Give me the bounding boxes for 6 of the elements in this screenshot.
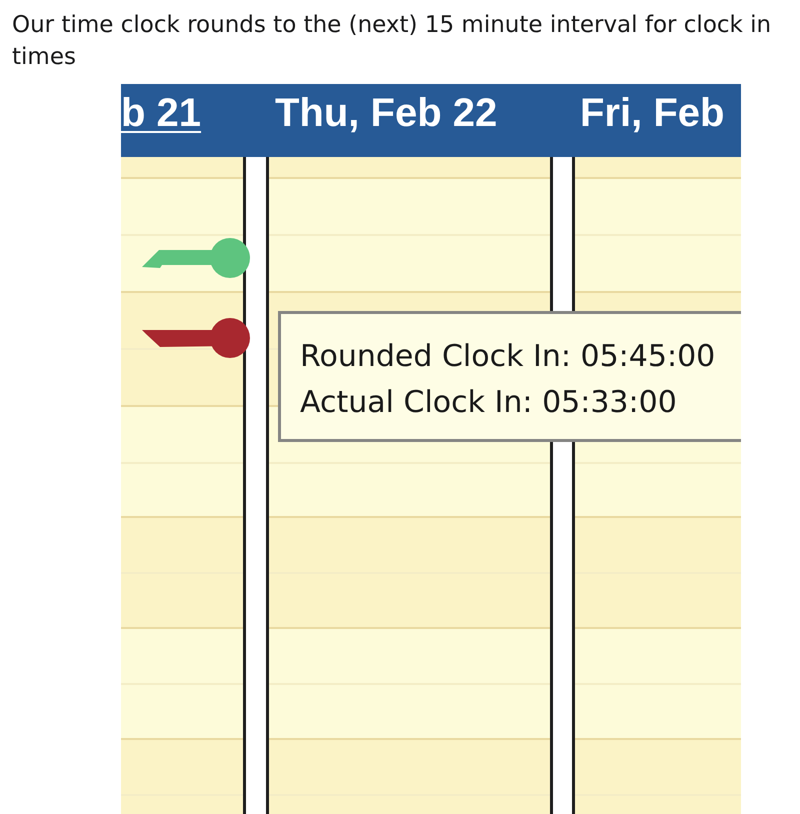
day-header[interactable]: b 21 bbox=[121, 93, 202, 133]
day-header: Fri, Feb bbox=[580, 93, 724, 133]
tooltip-text: Actual Clock In: 05:33:00 bbox=[300, 384, 677, 422]
post-title: Our time clock rounds to the (next) 15 minute interval for clock in times bbox=[12, 11, 772, 72]
tooltip-text: Rounded Clock In: 05:45:00 bbox=[300, 338, 716, 376]
day-header: Thu, Feb 22 bbox=[275, 93, 498, 133]
